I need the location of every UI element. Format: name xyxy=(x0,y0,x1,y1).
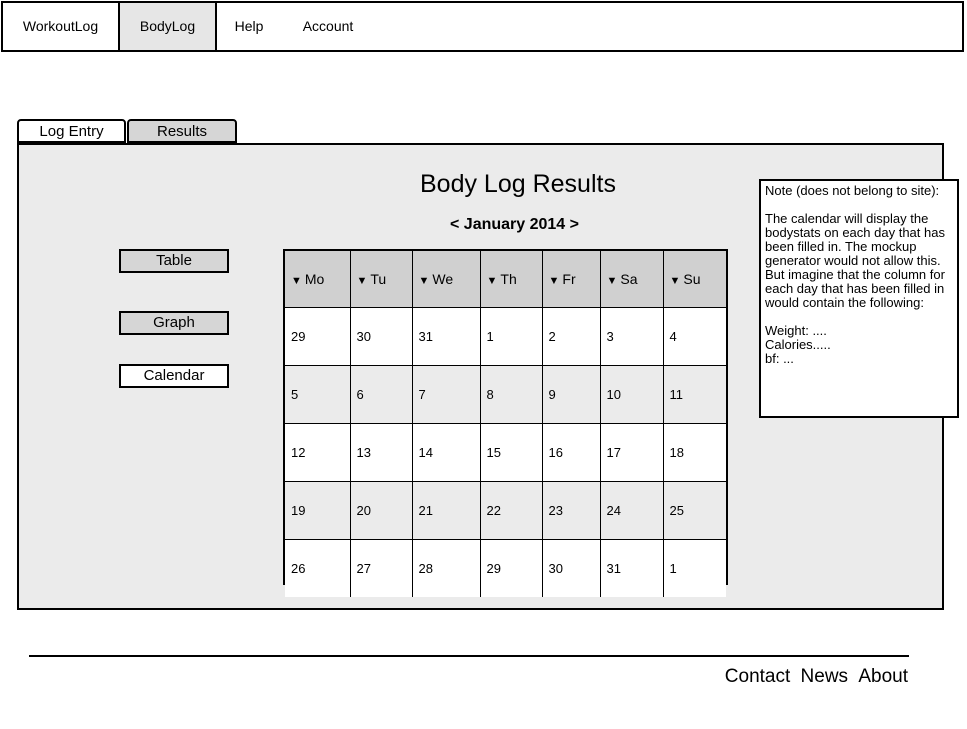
tab-log-entry[interactable]: Log Entry xyxy=(17,119,126,143)
calendar-day-cell[interactable]: 6 xyxy=(350,365,413,424)
day-header-tu[interactable]: ▼ Tu xyxy=(350,251,413,308)
sort-down-icon: ▼ xyxy=(548,275,560,287)
calendar-day-cell[interactable]: 30 xyxy=(542,539,601,597)
calendar-day-cell[interactable]: 21 xyxy=(412,481,481,540)
calendar-day-cell[interactable]: 25 xyxy=(663,481,726,540)
calendar-day-cell[interactable]: 1 xyxy=(480,307,543,366)
calendar-day-cell[interactable]: 16 xyxy=(542,423,601,482)
footer-link-news[interactable]: News xyxy=(801,666,849,687)
footer-link-about[interactable]: About xyxy=(858,666,908,687)
calendar-day-cell[interactable]: 10 xyxy=(600,365,664,424)
calendar-day-cell[interactable]: 30 xyxy=(350,307,413,366)
nav-item-bodylog[interactable]: BodyLog xyxy=(118,3,217,50)
nav-item-label: Account xyxy=(302,18,354,34)
calendar-day-cell[interactable]: 12 xyxy=(285,423,351,482)
table-view-button[interactable]: Table xyxy=(119,249,229,273)
day-header-mo[interactable]: ▼ Mo xyxy=(285,251,351,308)
calendar-week-row: 5 6 7 8 9 10 11 xyxy=(285,365,726,424)
footer-link-contact[interactable]: Contact xyxy=(725,666,790,687)
sort-down-icon: ▼ xyxy=(291,275,302,287)
note-line-weight: Weight: .... xyxy=(765,323,827,338)
page-title: Body Log Results xyxy=(420,170,616,198)
tab-results[interactable]: Results xyxy=(127,119,237,143)
nav-item-label: WorkoutLog xyxy=(22,18,99,34)
note-body: The calendar will display the bodystats … xyxy=(765,211,945,310)
calendar-week-row: 12 13 14 15 16 17 18 xyxy=(285,423,726,482)
day-header-th[interactable]: ▼ Th xyxy=(480,251,543,308)
calendar-day-cell[interactable]: 14 xyxy=(412,423,481,482)
footer-divider xyxy=(29,655,909,657)
calendar-week-row: 26 27 28 29 30 31 1 xyxy=(285,539,726,597)
calendar-day-cell[interactable]: 23 xyxy=(542,481,601,540)
calendar-day-cell[interactable]: 2 xyxy=(542,307,601,366)
day-header-sa[interactable]: ▼ Sa xyxy=(600,251,664,308)
sort-down-icon: ▼ xyxy=(606,275,618,287)
next-month-button[interactable]: > xyxy=(570,216,579,233)
calendar-day-cell[interactable]: 26 xyxy=(285,539,351,597)
calendar-day-cell[interactable]: 18 xyxy=(663,423,726,482)
calendar-day-cell[interactable]: 28 xyxy=(412,539,481,597)
day-header-su[interactable]: ▼ Su xyxy=(663,251,726,308)
day-header-fr[interactable]: ▼ Fr xyxy=(542,251,601,308)
calendar-day-cell[interactable]: 1 xyxy=(663,539,726,597)
calendar-day-cell[interactable]: 3 xyxy=(600,307,664,366)
calendar-day-cell[interactable]: 31 xyxy=(600,539,664,597)
calendar-view-button[interactable]: Calendar xyxy=(119,364,229,388)
calendar-week-row: 29 30 31 1 2 3 4 xyxy=(285,307,726,366)
nav-item-label: Help xyxy=(234,18,264,34)
nav-item-label: BodyLog xyxy=(139,18,196,34)
calendar-day-cell[interactable]: 20 xyxy=(350,481,413,540)
calendar-day-cell[interactable]: 4 xyxy=(663,307,726,366)
calendar-day-cell[interactable]: 29 xyxy=(285,307,351,366)
mockup-note: Note (does not belong to site): The cale… xyxy=(759,179,959,418)
calendar-day-cell[interactable]: 11 xyxy=(663,365,726,424)
calendar-day-cell[interactable]: 17 xyxy=(600,423,664,482)
sort-down-icon: ▼ xyxy=(418,275,430,287)
calendar-day-cell[interactable]: 19 xyxy=(285,481,351,540)
calendar-day-cell[interactable]: 15 xyxy=(480,423,543,482)
day-header-we[interactable]: ▼ We xyxy=(412,251,481,308)
note-line-calories: Calories..... xyxy=(765,337,831,352)
calendar: ▼ Mo ▼ Tu ▼ We ▼ Th ▼ Fr ▼ Sa ▼ Su 29 30 31 1 2… xyxy=(283,249,728,597)
prev-month-button[interactable]: < xyxy=(450,216,459,233)
calendar-day-cell[interactable]: 31 xyxy=(412,307,481,366)
nav-item-account[interactable]: Account xyxy=(293,3,363,50)
sort-down-icon: ▼ xyxy=(486,275,498,287)
note-line-bf: bf: ... xyxy=(765,351,794,366)
month-label: January 2014 xyxy=(463,216,566,233)
calendar-day-cell[interactable]: 22 xyxy=(480,481,543,540)
calendar-day-cell[interactable]: 13 xyxy=(350,423,413,482)
nav-item-help[interactable]: Help xyxy=(215,3,283,50)
calendar-day-cell[interactable]: 29 xyxy=(480,539,543,597)
footer-links: Contact News About xyxy=(720,666,908,688)
nav-item-workoutlog[interactable]: WorkoutLog xyxy=(3,3,118,50)
calendar-week-row: 19 20 21 22 23 24 25 xyxy=(285,481,726,540)
note-heading: Note (does not belong to site): xyxy=(765,183,940,198)
calendar-day-cell[interactable]: 7 xyxy=(412,365,481,424)
graph-view-button[interactable]: Graph xyxy=(119,311,229,335)
sort-down-icon: ▼ xyxy=(669,275,681,287)
calendar-day-cell[interactable]: 9 xyxy=(542,365,601,424)
calendar-day-cell[interactable]: 5 xyxy=(285,365,351,424)
calendar-day-cell[interactable]: 24 xyxy=(600,481,664,540)
top-nav: WorkoutLog BodyLog Help Account xyxy=(1,1,964,52)
month-navigator: < January 2014 > xyxy=(450,216,579,234)
calendar-day-cell[interactable]: 8 xyxy=(480,365,543,424)
sort-down-icon: ▼ xyxy=(356,275,368,287)
calendar-header-row: ▼ Mo ▼ Tu ▼ We ▼ Th ▼ Fr ▼ Sa ▼ Su xyxy=(285,251,726,308)
calendar-day-cell[interactable]: 27 xyxy=(350,539,413,597)
